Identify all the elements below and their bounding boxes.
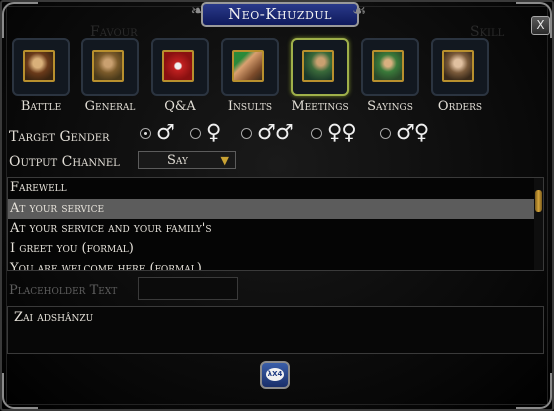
frame-corner-ornament	[2, 2, 38, 38]
close-button[interactable]: X	[531, 16, 550, 35]
list-scrollbar[interactable]	[534, 178, 543, 270]
general-icon	[92, 50, 124, 82]
output-channel-value: Say	[167, 153, 188, 168]
tab-orders[interactable]: Orders	[427, 38, 493, 116]
radio-button[interactable]	[140, 128, 151, 139]
title-ornament-left-icon: ❧	[190, 1, 204, 20]
tab-label: Insults	[227, 99, 273, 114]
tab-label: Orders	[437, 99, 483, 114]
list-item[interactable]: You are welcome here (formal)	[8, 259, 536, 270]
tab-sayings[interactable]: Sayings	[357, 38, 423, 116]
mixed-symbol-icon: ♂♀	[396, 120, 429, 144]
list-item[interactable]: I greet you (formal)	[8, 239, 536, 259]
tab-label: Q&A	[164, 99, 196, 114]
tab-general[interactable]: General	[77, 38, 143, 116]
dropdown-arrow-icon[interactable]: ▼	[221, 153, 229, 169]
title-ornament-right-icon: ☙	[352, 1, 367, 20]
target-gender-label: Target Gender	[9, 129, 110, 145]
window-title[interactable]: Neo-Khuzdul	[201, 2, 359, 27]
tab-qa[interactable]: Q&A	[147, 38, 213, 116]
output-channel-select[interactable]: Say ▼	[138, 151, 236, 169]
radio-button[interactable]	[241, 128, 252, 139]
category-tabs: Battle General Q&A Insults Meetings Sayi…	[8, 38, 498, 118]
list-item[interactable]: At your service	[8, 199, 536, 219]
speech-bubble-icon: λX4	[266, 368, 284, 381]
speak-button[interactable]: λX4	[260, 361, 290, 389]
sayings-icon	[372, 50, 404, 82]
male-symbol-icon: ♂	[156, 120, 175, 144]
translation-text: Zai adshânzu	[14, 310, 94, 325]
scrollbar-thumb[interactable]	[535, 190, 542, 212]
orders-icon	[442, 50, 474, 82]
translation-output[interactable]: Zai adshânzu	[7, 306, 544, 354]
list-item[interactable]: At your service and your family's	[8, 219, 536, 239]
radio-button[interactable]	[190, 128, 201, 139]
tab-battle[interactable]: Battle	[8, 38, 74, 116]
females-symbol-icon: ♀♀	[327, 120, 357, 144]
placeholder-text-label: Placeholder Text	[9, 283, 118, 298]
tab-label: Battle	[20, 99, 62, 114]
frame-corner-ornament	[516, 373, 552, 409]
output-channel-label: Output Channel	[9, 154, 120, 170]
female-symbol-icon: ♀	[206, 120, 221, 144]
radio-button[interactable]	[380, 128, 391, 139]
battle-icon	[23, 50, 55, 82]
males-symbol-icon: ♂♂	[257, 120, 294, 144]
tab-meetings[interactable]: Meetings	[287, 38, 353, 116]
radio-button[interactable]	[311, 128, 322, 139]
list-item[interactable]: Farewell	[8, 178, 536, 198]
placeholder-text-input[interactable]	[138, 277, 238, 300]
tab-label: Sayings	[367, 99, 413, 114]
tab-label: General	[84, 99, 136, 114]
tab-insults[interactable]: Insults	[217, 38, 283, 116]
qa-icon	[162, 50, 194, 82]
insults-icon	[232, 50, 264, 82]
tab-label: Meetings	[291, 99, 349, 114]
phrase-list[interactable]: Farewell At your service At your service…	[7, 177, 544, 271]
meetings-icon	[302, 50, 334, 82]
frame-corner-ornament	[2, 373, 38, 409]
